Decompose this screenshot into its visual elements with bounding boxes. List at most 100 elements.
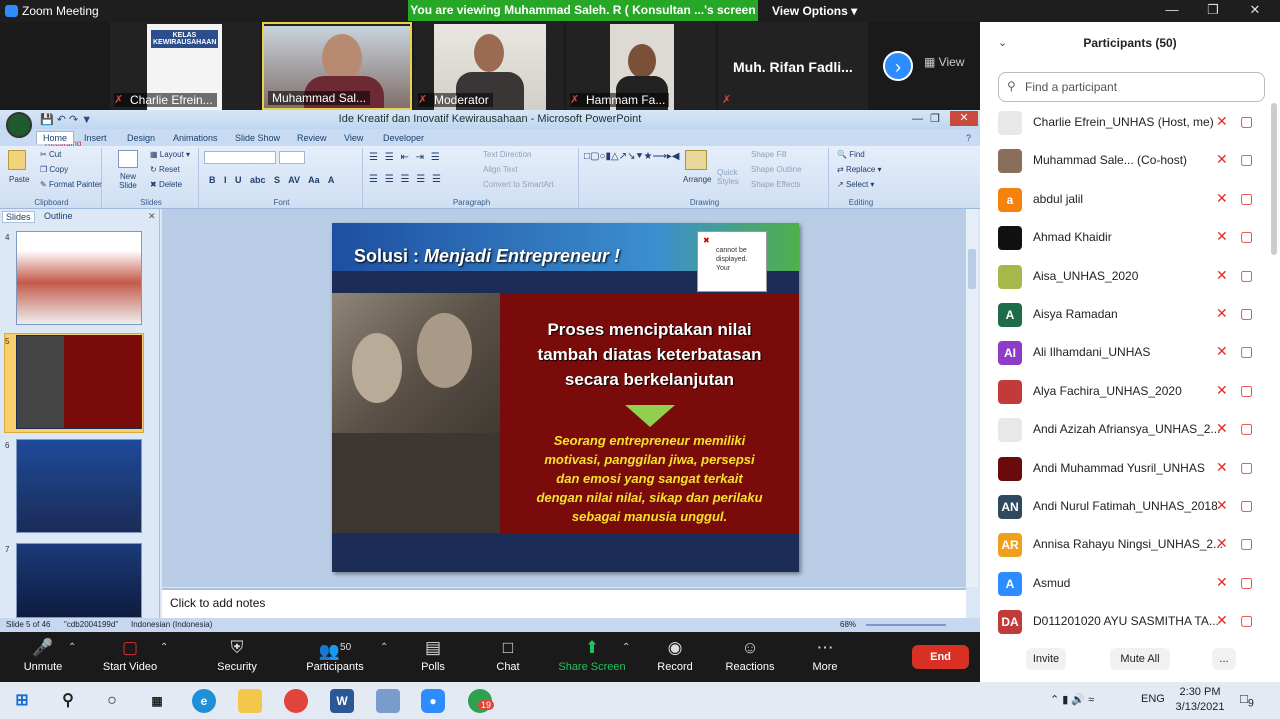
- align-text-button[interactable]: Align Text: [483, 165, 518, 174]
- beta-app-icon[interactable]: [376, 689, 400, 713]
- notifications-icon[interactable]: □9: [1240, 691, 1254, 710]
- list-buttons[interactable]: ☰ ☰ ⇤ ⇥ ☰: [369, 152, 442, 163]
- participants-options-caret[interactable]: ⌃: [380, 642, 388, 653]
- delete-button[interactable]: ✖ Delete: [150, 180, 182, 189]
- new-slide-button[interactable]: New Slide: [116, 172, 140, 190]
- tab-animations[interactable]: Animations: [173, 133, 218, 143]
- mic-muted-icon[interactable]: ✕: [1216, 497, 1228, 514]
- audio-options-caret[interactable]: ⌃: [68, 642, 76, 653]
- video-off-icon[interactable]: ▢: [1240, 612, 1253, 629]
- video-tile-hammam[interactable]: ✗ Hammam Fa...: [566, 22, 716, 110]
- edge-browser-icon[interactable]: e: [192, 689, 216, 713]
- participant-row[interactable]: Muhammad Sale... (Co-host) ✕ ▢: [980, 142, 1270, 180]
- video-off-icon[interactable]: ▢: [1240, 305, 1253, 322]
- invite-button[interactable]: Invite: [1026, 648, 1066, 670]
- ppt-close-icon[interactable]: ✕: [950, 111, 978, 126]
- scroll-thumb[interactable]: [968, 249, 976, 289]
- font-format-buttons[interactable]: B I U abc S AV Aa A: [209, 175, 334, 185]
- mic-muted-icon[interactable]: ✕: [1216, 267, 1228, 284]
- tab-slide-show[interactable]: Slide Show: [235, 133, 280, 143]
- start-video-button[interactable]: ▢ Start Video: [95, 638, 165, 673]
- participant-row[interactable]: AN Andi Nurul Fatimah_UNHAS_2018 ✕ ▢: [980, 488, 1270, 526]
- participant-row[interactable]: DA D011201020 AYU SASMITHA TA... ✕ ▢: [980, 603, 1270, 641]
- layout-button[interactable]: ▦ Layout ▾: [150, 150, 190, 159]
- task-view-icon[interactable]: ▦: [145, 689, 169, 713]
- paste-button[interactable]: Paste: [9, 175, 29, 184]
- quick-styles-button[interactable]: Quick Styles: [717, 168, 745, 186]
- participant-row[interactable]: Alya Fachira_UNHAS_2020 ✕ ▢: [980, 373, 1270, 411]
- video-off-icon[interactable]: ▢: [1240, 382, 1253, 399]
- video-off-icon[interactable]: ▢: [1240, 574, 1253, 591]
- format-painter-button[interactable]: ✎ Format Painter: [40, 180, 102, 189]
- tab-home[interactable]: Home: [36, 131, 75, 144]
- video-off-icon[interactable]: ▢: [1240, 497, 1253, 514]
- close-icon[interactable]: ✕: [1240, 2, 1270, 18]
- security-button[interactable]: ⛨ Security: [202, 638, 272, 673]
- end-meeting-button[interactable]: End: [912, 645, 969, 669]
- mic-muted-icon[interactable]: ✕: [1216, 420, 1228, 437]
- taskbar-clock[interactable]: 2:30 PM 3/13/2021: [1170, 685, 1230, 715]
- mic-muted-icon[interactable]: ✕: [1216, 190, 1228, 207]
- convert-smartart-button[interactable]: Convert to SmartArt: [483, 180, 554, 189]
- participants-more-button[interactable]: ...: [1212, 648, 1236, 670]
- mic-muted-icon[interactable]: ✕: [1216, 459, 1228, 476]
- minimize-icon[interactable]: —: [1157, 2, 1187, 17]
- record-button[interactable]: ◉ Record: [640, 638, 710, 673]
- participants-button[interactable]: 👥50 Participants: [300, 638, 370, 673]
- share-screen-button[interactable]: ⬆ Share Screen: [556, 638, 628, 673]
- panel-close-icon[interactable]: ✕: [148, 211, 156, 222]
- share-options-caret[interactable]: ⌃: [622, 642, 630, 653]
- slide-vertical-scrollbar[interactable]: [966, 209, 978, 587]
- mic-muted-icon[interactable]: ✕: [1216, 228, 1228, 245]
- slide-thumbnail-4[interactable]: [16, 231, 142, 325]
- shape-effects-button[interactable]: Shape Effects: [751, 180, 801, 189]
- chat-button[interactable]: □ Chat: [473, 638, 543, 673]
- arrange-button[interactable]: Arrange: [683, 175, 711, 184]
- zoom-taskbar-icon[interactable]: ●: [421, 689, 445, 713]
- participant-row[interactable]: AI Ali Ilhamdani_UNHAS ✕ ▢: [980, 334, 1270, 372]
- video-off-icon[interactable]: ▢: [1240, 343, 1253, 360]
- reset-button[interactable]: ↻ Reset: [150, 165, 180, 174]
- chrome-icon[interactable]: [284, 689, 308, 713]
- shapes-gallery[interactable]: □▢○▮△↗↘⯆★⟶▸◀: [584, 150, 680, 163]
- cortana-icon[interactable]: ○: [100, 689, 124, 713]
- language-indicator[interactable]: ENG: [1141, 693, 1165, 705]
- zoom-slider[interactable]: [866, 624, 946, 626]
- participant-row[interactable]: Andi Muhammad Yusril_UNHAS ✕ ▢: [980, 450, 1270, 488]
- ppt-minimize-icon[interactable]: —: [912, 110, 923, 129]
- mic-muted-icon[interactable]: ✕: [1216, 382, 1228, 399]
- video-off-icon[interactable]: ▢: [1240, 535, 1253, 552]
- video-tile-charlie[interactable]: KELAS KEWIRAUSAHAAN ✗ Charlie Efrein...: [110, 22, 260, 110]
- participant-row[interactable]: Charlie Efrein_UNHAS (Host, me) ✕ ▢: [980, 104, 1270, 142]
- mute-all-button[interactable]: Mute All: [1110, 648, 1170, 670]
- participant-row[interactable]: Aisa_UNHAS_2020 ✕ ▢: [980, 258, 1270, 296]
- tab-developer[interactable]: Developer: [383, 133, 424, 143]
- video-off-icon[interactable]: ▢: [1240, 113, 1253, 130]
- maximize-icon[interactable]: ❐: [1198, 2, 1228, 18]
- text-direction-button[interactable]: Text Direction: [483, 150, 531, 159]
- find-button[interactable]: 🔍 Find: [837, 150, 865, 159]
- reactions-button[interactable]: ☺ Reactions: [715, 638, 785, 673]
- participant-row[interactable]: a abdul jalil ✕ ▢: [980, 181, 1270, 219]
- view-button[interactable]: ▦ View: [924, 55, 964, 69]
- search-icon[interactable]: ⚲: [56, 689, 80, 713]
- font-name-select[interactable]: [204, 151, 276, 164]
- participant-row[interactable]: Ahmad Khaidir ✕ ▢: [980, 219, 1270, 257]
- help-icon[interactable]: ?: [966, 133, 971, 143]
- participants-scrollbar[interactable]: [1271, 103, 1277, 255]
- panel-tab-slides[interactable]: Slides: [2, 211, 35, 223]
- polls-button[interactable]: ▤ Polls: [398, 638, 468, 673]
- tab-insert[interactable]: Insert: [84, 133, 107, 143]
- ppt-restore-icon[interactable]: ❐: [930, 110, 940, 129]
- video-off-icon[interactable]: ▢: [1240, 420, 1253, 437]
- video-options-caret[interactable]: ⌃: [160, 642, 168, 653]
- copy-button[interactable]: ❐ Copy: [40, 165, 68, 174]
- mic-muted-icon[interactable]: ✕: [1216, 305, 1228, 322]
- mic-muted-icon[interactable]: ✕: [1216, 343, 1228, 360]
- participant-row[interactable]: A Aisya Ramadan ✕ ▢: [980, 296, 1270, 334]
- mic-muted-icon[interactable]: ✕: [1216, 574, 1228, 591]
- panel-tab-outline[interactable]: Outline: [44, 211, 73, 221]
- video-off-icon[interactable]: ▢: [1240, 151, 1253, 168]
- shape-outline-button[interactable]: Shape Outline: [751, 165, 802, 174]
- align-buttons[interactable]: ☰ ☰ ☰ ☰ ☰: [369, 174, 443, 185]
